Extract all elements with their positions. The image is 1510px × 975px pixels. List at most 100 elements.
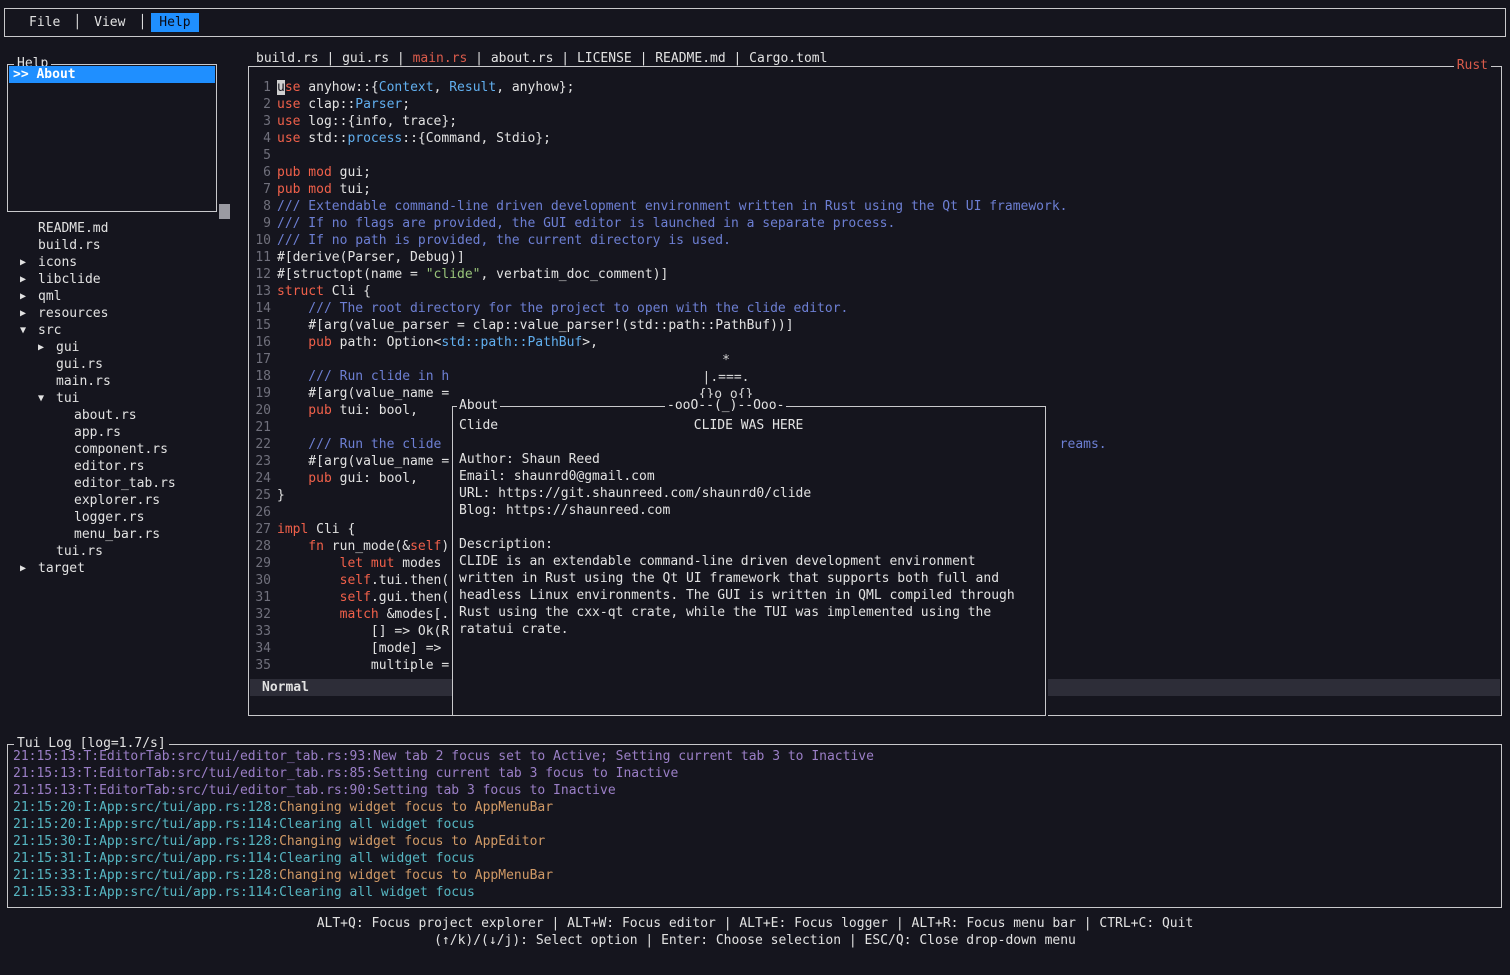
tree-item-build-rs[interactable]: build.rs [8, 237, 244, 254]
menu-item-file[interactable]: File [21, 13, 68, 32]
help-dropdown: Help >> About [7, 64, 217, 212]
tree-item-tui[interactable]: ▼tui [8, 390, 244, 407]
editor-mode-label: Normal [262, 680, 309, 695]
about-text-line: ratatui crate. [459, 621, 1043, 638]
log-entry: 21:15:33:I:App:src/tui/app.rs:128:Changi… [13, 867, 1498, 884]
hotkey-bar: ALT+Q: Focus project explorer | ALT+W: F… [0, 915, 1510, 949]
explorer-scrollbar-thumb[interactable] [219, 204, 230, 219]
log-entry: 21:15:20:I:App:src/tui/app.rs:128:Changi… [13, 799, 1498, 816]
hotkey-line-1: ALT+Q: Focus project explorer | ALT+W: F… [0, 915, 1510, 932]
tab-separator: | [319, 51, 342, 66]
tree-item-app-rs[interactable]: app.rs [8, 424, 244, 441]
tab-readme-md[interactable]: README.md [655, 51, 725, 66]
about-text-line: Clide CLIDE WAS HERE [459, 417, 1043, 434]
folder-collapsed-icon[interactable]: ▶ [20, 288, 38, 305]
tree-item-target[interactable]: ▶target [8, 560, 244, 577]
tree-item-component-rs[interactable]: component.rs [8, 441, 244, 458]
tab-main-rs[interactable]: main.rs [413, 51, 468, 66]
log-prefix: 21:15:30:I:App:src/tui/app.rs:128: [13, 834, 279, 849]
code-text: use log::{info, trace}; [277, 113, 457, 130]
about-text-line: CLIDE is an extendable command-line driv… [459, 553, 1043, 570]
folder-collapsed-icon[interactable]: ▶ [20, 271, 38, 288]
tree-item-label: README.md [38, 221, 108, 236]
line-number: 31 [251, 589, 271, 606]
help-menu-item-about[interactable]: >> About [9, 66, 215, 83]
line-number: 8 [251, 198, 271, 215]
menu-item-view[interactable]: View [86, 13, 133, 32]
tree-item-editor-rs[interactable]: editor.rs [8, 458, 244, 475]
tree-item-label: tui.rs [56, 544, 103, 559]
tree-item-label: tui [56, 391, 79, 406]
log-message: Changing widget focus to AppMenuBar [279, 800, 553, 815]
tree-item-tui-rs[interactable]: tui.rs [8, 543, 244, 560]
code-line[interactable]: 9/// If no flags are provided, the GUI e… [249, 215, 1501, 232]
code-line[interactable]: 7pub mod tui; [249, 181, 1501, 198]
about-text-line: Author: Shaun Reed [459, 451, 1043, 468]
line-number: 30 [251, 572, 271, 589]
tree-item-libclide[interactable]: ▶libclide [8, 271, 244, 288]
code-line[interactable]: 15 #[arg(value_parser = clap::value_pars… [249, 317, 1501, 334]
code-line[interactable]: 11#[derive(Parser, Debug)] [249, 249, 1501, 266]
tree-item-editor-tab-rs[interactable]: editor_tab.rs [8, 475, 244, 492]
line-number: 5 [251, 147, 271, 164]
code-text: #[arg(value_parser = clap::value_parser!… [277, 317, 794, 334]
folder-expanded-icon[interactable]: ▼ [38, 390, 56, 407]
code-line[interactable]: 12#[structopt(name = "clide", verbatim_d… [249, 266, 1501, 283]
code-line[interactable]: 1use anyhow::{Context, Result, anyhow}; [249, 79, 1501, 96]
line-number: 33 [251, 623, 271, 640]
code-line[interactable]: 8/// Extendable command-line driven deve… [249, 198, 1501, 215]
log-message: Clearing all widget focus [279, 817, 475, 832]
about-text-line: Rust using the cxx-qt crate, while the T… [459, 604, 1043, 621]
folder-collapsed-icon[interactable]: ▶ [38, 339, 56, 356]
tab-about-rs[interactable]: about.rs [491, 51, 554, 66]
tab-license[interactable]: LICENSE [577, 51, 632, 66]
code-line[interactable]: 14 /// The root directory for the projec… [249, 300, 1501, 317]
tree-item-readme-md[interactable]: README.md [8, 220, 244, 237]
tree-item-qml[interactable]: ▶qml [8, 288, 244, 305]
log-panel: Tui Log [log=1.7/s] 21:15:13:T:EditorTab… [7, 744, 1502, 908]
line-number: 10 [251, 232, 271, 249]
code-line[interactable]: 13struct Cli { [249, 283, 1501, 300]
code-line[interactable]: 16 pub path: Option<std::path::PathBuf>, [249, 334, 1501, 351]
code-line[interactable]: 4use std::process::{Command, Stdio}; [249, 130, 1501, 147]
tab-gui-rs[interactable]: gui.rs [342, 51, 389, 66]
line-number: 4 [251, 130, 271, 147]
code-line[interactable]: 2use clap::Parser; [249, 96, 1501, 113]
tab-build-rs[interactable]: build.rs [256, 51, 319, 66]
tree-item-menu-bar-rs[interactable]: menu_bar.rs [8, 526, 244, 543]
code-text: pub path: Option<std::path::PathBuf>, [277, 334, 598, 351]
log-lines: 21:15:13:T:EditorTab:src/tui/editor_tab.… [13, 748, 1498, 901]
tree-item-main-rs[interactable]: main.rs [8, 373, 244, 390]
code-line[interactable]: 6pub mod gui; [249, 164, 1501, 181]
code-line[interactable]: 3use log::{info, trace}; [249, 113, 1501, 130]
about-border-art: -ooO--(_)--Ooo- [665, 398, 786, 413]
code-text: /// The root directory for the project t… [277, 300, 848, 317]
line-number: 16 [251, 334, 271, 351]
code-line[interactable]: 5 [249, 147, 1501, 164]
log-entry: 21:15:13:T:EditorTab:src/tui/editor_tab.… [13, 782, 1498, 799]
code-text: #[arg(value_name = [277, 385, 449, 402]
tree-item-gui[interactable]: ▶gui [8, 339, 244, 356]
about-dialog-box: About -ooO--(_)--Ooo- Clide CLIDE WAS HE… [452, 406, 1046, 716]
tree-item-label: libclide [38, 272, 101, 287]
tab-cargo-toml[interactable]: Cargo.toml [749, 51, 827, 66]
tree-item-explorer-rs[interactable]: explorer.rs [8, 492, 244, 509]
folder-collapsed-icon[interactable]: ▶ [20, 254, 38, 271]
folder-collapsed-icon[interactable]: ▶ [20, 305, 38, 322]
tree-item-logger-rs[interactable]: logger.rs [8, 509, 244, 526]
tree-item-src[interactable]: ▼src [8, 322, 244, 339]
tree-item-gui-rs[interactable]: gui.rs [8, 356, 244, 373]
tree-item-resources[interactable]: ▶resources [8, 305, 244, 322]
log-entry: 21:15:31:I:App:src/tui/app.rs:114:Cleari… [13, 850, 1498, 867]
tree-item-label: build.rs [38, 238, 101, 253]
about-text-line: headless Linux environments. The GUI is … [459, 587, 1043, 604]
tree-item-about-rs[interactable]: about.rs [8, 407, 244, 424]
folder-collapsed-icon[interactable]: ▶ [20, 560, 38, 577]
log-message: Setting current tab 3 focus to Inactive [373, 766, 678, 781]
log-prefix: 21:15:13:T:EditorTab:src/tui/editor_tab.… [13, 749, 373, 764]
line-number: 14 [251, 300, 271, 317]
folder-expanded-icon[interactable]: ▼ [20, 322, 38, 339]
menu-item-help[interactable]: Help [151, 13, 198, 32]
code-line[interactable]: 10/// If no path is provided, the curren… [249, 232, 1501, 249]
tree-item-icons[interactable]: ▶icons [8, 254, 244, 271]
